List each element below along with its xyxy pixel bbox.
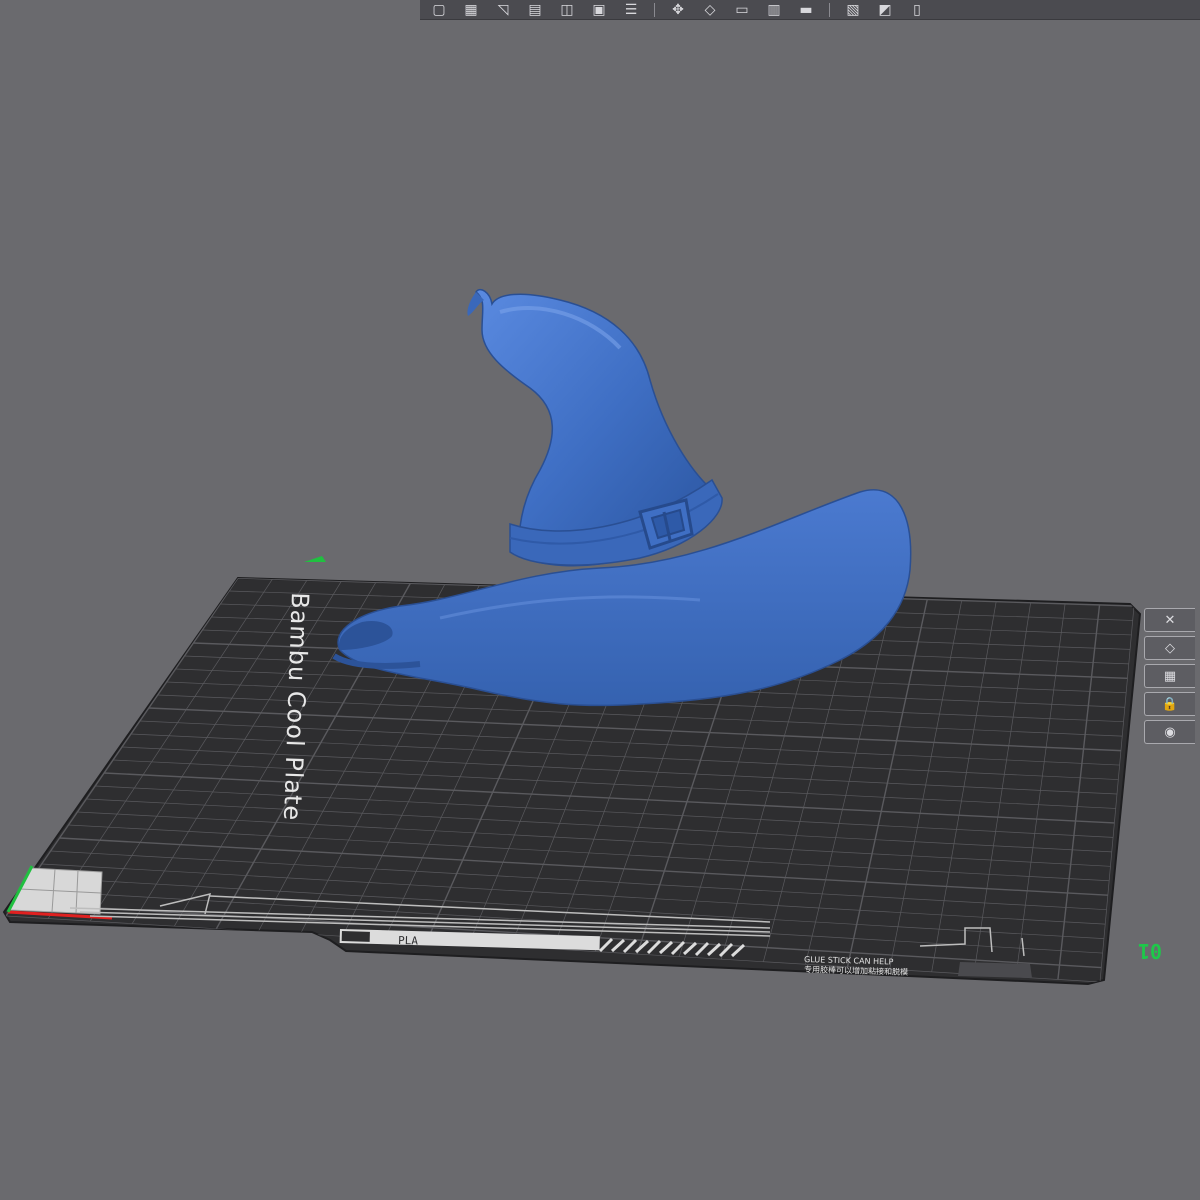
rotate-icon: ◇ [704, 1, 716, 18]
object-button[interactable]: ▣ [584, 1, 614, 19]
orient-button[interactable]: ◹ [488, 1, 518, 19]
3d-viewport[interactable]: Bambu Cool Plate PLA GLUE STICK CAN HELP… [0, 0, 1200, 1200]
seam-paint-button[interactable]: ◩ [870, 1, 900, 19]
list-button[interactable]: ☰ [616, 1, 646, 19]
filament-label: PLA [398, 934, 419, 948]
cut-icon: ▬ [799, 1, 813, 18]
layout-button[interactable]: ▤ [520, 1, 550, 19]
plate-side-toolbar: ✕ ◇ ▦ 🔒 ◉ [1144, 608, 1200, 744]
auto-orient-button[interactable]: ◇ [1144, 636, 1195, 660]
close-button[interactable]: ✕ [1144, 608, 1195, 632]
plate-number[interactable]: 01 [1138, 939, 1162, 963]
eye-icon: ◉ [1164, 724, 1176, 740]
plate-settings-icon: ▦ [1163, 668, 1177, 684]
toolbar-separator [829, 2, 830, 17]
lay-on-face-button[interactable]: ▥ [759, 1, 789, 19]
split-icon: ◫ [560, 1, 574, 18]
plate-notch [958, 962, 1032, 978]
measure-icon: ▯ [913, 1, 921, 18]
arrange-button[interactable]: ▦ [456, 1, 486, 19]
cut-button[interactable]: ▬ [791, 1, 821, 19]
orient-icon: ◹ [497, 1, 509, 18]
top-toolbar: ▢ ▦ ◹ ▤ ◫ ▣ ☰ ✥ ◇ ▭ ▥ ▬ ▧ ◩ ▯ [420, 0, 1200, 20]
add-plate-icon: ▢ [432, 1, 446, 18]
seam-paint-icon: ◩ [878, 1, 892, 18]
scale-button[interactable]: ▭ [727, 1, 757, 19]
scale-icon: ▭ [735, 1, 749, 18]
rotate-button[interactable]: ◇ [695, 1, 725, 19]
witch-hat-model[interactable] [332, 288, 912, 707]
auto-orient-icon: ◇ [1165, 640, 1175, 656]
layout-icon: ▤ [528, 1, 542, 18]
close-icon: ✕ [1164, 612, 1176, 628]
add-plate-button[interactable]: ▢ [424, 1, 454, 19]
toolbar-separator [654, 2, 655, 17]
move-icon: ✥ [672, 1, 684, 18]
y-axis-marker [304, 556, 326, 562]
lock-icon: 🔒 [1161, 696, 1179, 712]
measure-button[interactable]: ▯ [902, 1, 932, 19]
support-paint-icon: ▧ [846, 1, 860, 18]
arrange-icon: ▦ [464, 1, 478, 18]
lock-button[interactable]: 🔒 [1144, 692, 1195, 716]
list-icon: ☰ [624, 1, 638, 18]
eye-button[interactable]: ◉ [1144, 720, 1195, 744]
lay-on-face-icon: ▥ [767, 1, 781, 18]
plate-settings-button[interactable]: ▦ [1144, 664, 1195, 688]
object-icon: ▣ [592, 1, 606, 18]
support-paint-button[interactable]: ▧ [838, 1, 868, 19]
split-button[interactable]: ◫ [552, 1, 582, 19]
move-button[interactable]: ✥ [663, 1, 693, 19]
